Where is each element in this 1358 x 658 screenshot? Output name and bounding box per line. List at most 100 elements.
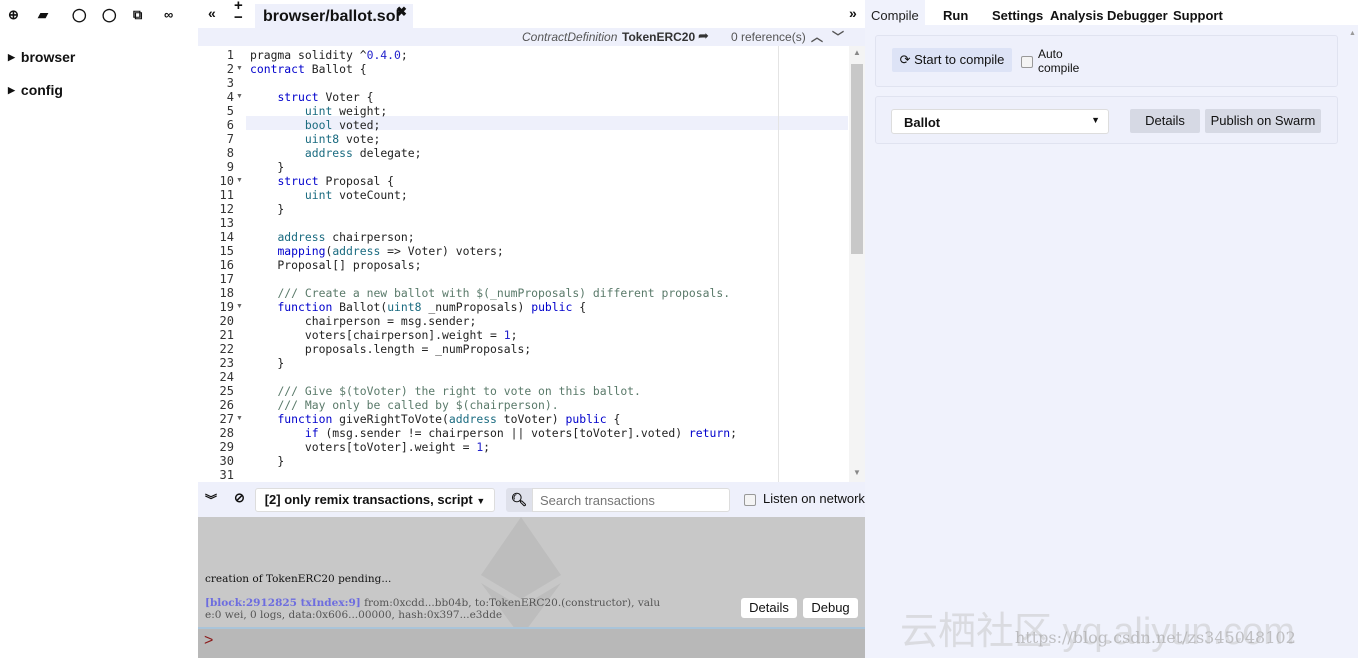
code-token: vote; [339, 132, 381, 146]
clear-console-icon[interactable]: ⊘ [234, 490, 245, 506]
scroll-up-icon[interactable]: ▲ [853, 48, 861, 57]
line-number: 15 [219, 244, 234, 258]
code-token: uint [304, 104, 333, 118]
auto-compile-checkbox[interactable] [1021, 54, 1033, 69]
code-token: delegate; [352, 146, 422, 160]
fold-toggle-icon[interactable]: ▼ [236, 412, 243, 426]
code-token: Ballot { [304, 62, 367, 76]
fold-toggle-icon[interactable]: ▼ [236, 300, 243, 314]
line-number: 19 [219, 300, 234, 314]
link-icon[interactable]: ∞ [164, 7, 173, 22]
code-token: Proposal { [318, 174, 395, 188]
code-line: function giveRightToVote(address toVoter… [250, 412, 620, 426]
code-token: proposals.length = _numProposals; [250, 342, 532, 356]
tab-compile[interactable]: Compile [871, 8, 919, 23]
line-number: 17 [219, 272, 234, 286]
minimize-terminal-icon[interactable]: ︾ [205, 491, 217, 508]
tx-debug-button[interactable]: Debug [803, 598, 858, 618]
contract-select[interactable]: Ballot ▼ [891, 109, 1109, 134]
code-token: function [277, 412, 333, 426]
code-line: bool voted; [250, 118, 380, 132]
scrollbar-thumb[interactable] [851, 64, 863, 254]
line-number: 12 [219, 202, 234, 216]
tab-support[interactable]: Support [1173, 8, 1223, 23]
code-line: uint voteCount; [250, 188, 408, 202]
tab-ballot-sol[interactable]: browser/ballot.sol ✖ [255, 4, 413, 28]
github-gist-icon[interactable]: ◯ [102, 7, 117, 23]
prompt-icon: > [204, 632, 214, 649]
line-number: 31 [219, 468, 234, 482]
line-number: 9 [226, 160, 234, 174]
tx-info-line2: e:0 wei, 0 logs, data:0x606...00000, has… [205, 609, 503, 621]
code-token: uint [304, 188, 333, 202]
transaction-filter-dropdown[interactable]: [2] only remix transactions, script ▼ [255, 488, 495, 512]
goto-definition-icon[interactable]: ➦ [698, 28, 709, 44]
search-transactions-input[interactable] [532, 488, 730, 512]
code-editor[interactable]: 1 2 ▼ 3 4 ▼ 5 6 7 8 9 10 ▼ 11 12 13 14 15 16 17 18 19 ▼ 20 21 22 2… [198, 46, 865, 482]
chevron-down-icon[interactable]: ﹀ [832, 28, 844, 45]
github-publish-icon[interactable]: ◯ [72, 7, 87, 23]
line-number: 25 [219, 384, 234, 398]
code-token: public [531, 300, 573, 314]
code-token: function [277, 300, 333, 314]
new-file-icon[interactable]: ⊕ [8, 7, 19, 23]
editor-scrollbar[interactable]: ▲ ▼ [849, 46, 865, 482]
scroll-down-icon[interactable]: ▼ [853, 468, 861, 477]
code-token: public [565, 412, 607, 426]
code-token: => Voter) voters; [380, 244, 504, 258]
tab-analysis[interactable]: Analysis [1050, 8, 1103, 23]
listen-on-network-checkbox[interactable] [744, 492, 756, 507]
tree-item-config[interactable]: ▶ config [8, 82, 63, 98]
start-to-compile-button[interactable]: ⟳ Start to compile [892, 48, 1012, 72]
open-folder-icon[interactable]: ▰ [38, 7, 48, 23]
tree-item-browser[interactable]: ▶ browser [8, 49, 75, 65]
editor-panel: « + − browser/ballot.sol ✖ » ContractDefin… [198, 0, 865, 658]
caret-right-icon: ▶ [8, 52, 15, 62]
code-token: 1 [503, 328, 511, 342]
line-number: 30 [219, 454, 234, 468]
code-token: address [332, 244, 381, 258]
code-line: } [250, 202, 284, 216]
publish-on-swarm-button[interactable]: Publish on Swarm [1205, 109, 1321, 133]
code-line: uint8 vote; [250, 132, 380, 146]
code-line: Proposal[] proposals; [250, 258, 421, 272]
line-number: 18 [219, 286, 234, 300]
chevron-up-icon[interactable]: ︿ [811, 28, 823, 45]
console-input[interactable]: > [198, 627, 865, 658]
caret-down-icon: ▼ [476, 496, 486, 506]
line-number: 10 [219, 174, 234, 188]
font-size-icon[interactable]: + − [234, 0, 243, 25]
code-token: pragma solidity ^ [250, 48, 367, 62]
code-token: Ballot( [332, 300, 388, 314]
tab-settings[interactable]: Settings [992, 8, 1043, 23]
code-token: Proposal[] proposals; [250, 258, 422, 272]
close-icon[interactable]: ✖ [396, 4, 407, 20]
ref-kind: ContractDefinition [522, 30, 618, 44]
line-number: 28 [219, 426, 234, 440]
code-line: if (msg.sender != chairperson || voters[… [250, 426, 737, 440]
collapse-right-icon[interactable]: » [849, 5, 857, 21]
copy-icon[interactable]: ⧉ [133, 7, 142, 23]
code-line: struct Proposal { [250, 174, 394, 188]
fold-toggle-icon[interactable]: ▼ [236, 62, 243, 76]
tx-details-button[interactable]: Details [741, 598, 797, 618]
line-number: 23 [219, 356, 234, 370]
line-number: 2 [226, 62, 234, 76]
collapse-left-icon[interactable]: « [208, 5, 216, 21]
line-number: 24 [219, 370, 234, 384]
scroll-up-icon[interactable]: ▲ [1349, 30, 1356, 37]
code-line: contract Ballot { [250, 62, 367, 76]
tab-debugger[interactable]: Debugger [1107, 8, 1168, 23]
fold-toggle-icon[interactable]: ▼ [236, 90, 243, 104]
details-button[interactable]: Details [1130, 109, 1200, 133]
fold-toggle-icon[interactable]: ▼ [236, 174, 243, 188]
code-token: ; [400, 48, 408, 62]
tab-run[interactable]: Run [943, 8, 968, 23]
tx-block-tag[interactable]: [block:2912825 txIndex:9] [205, 597, 361, 609]
code-token: return [688, 426, 731, 440]
